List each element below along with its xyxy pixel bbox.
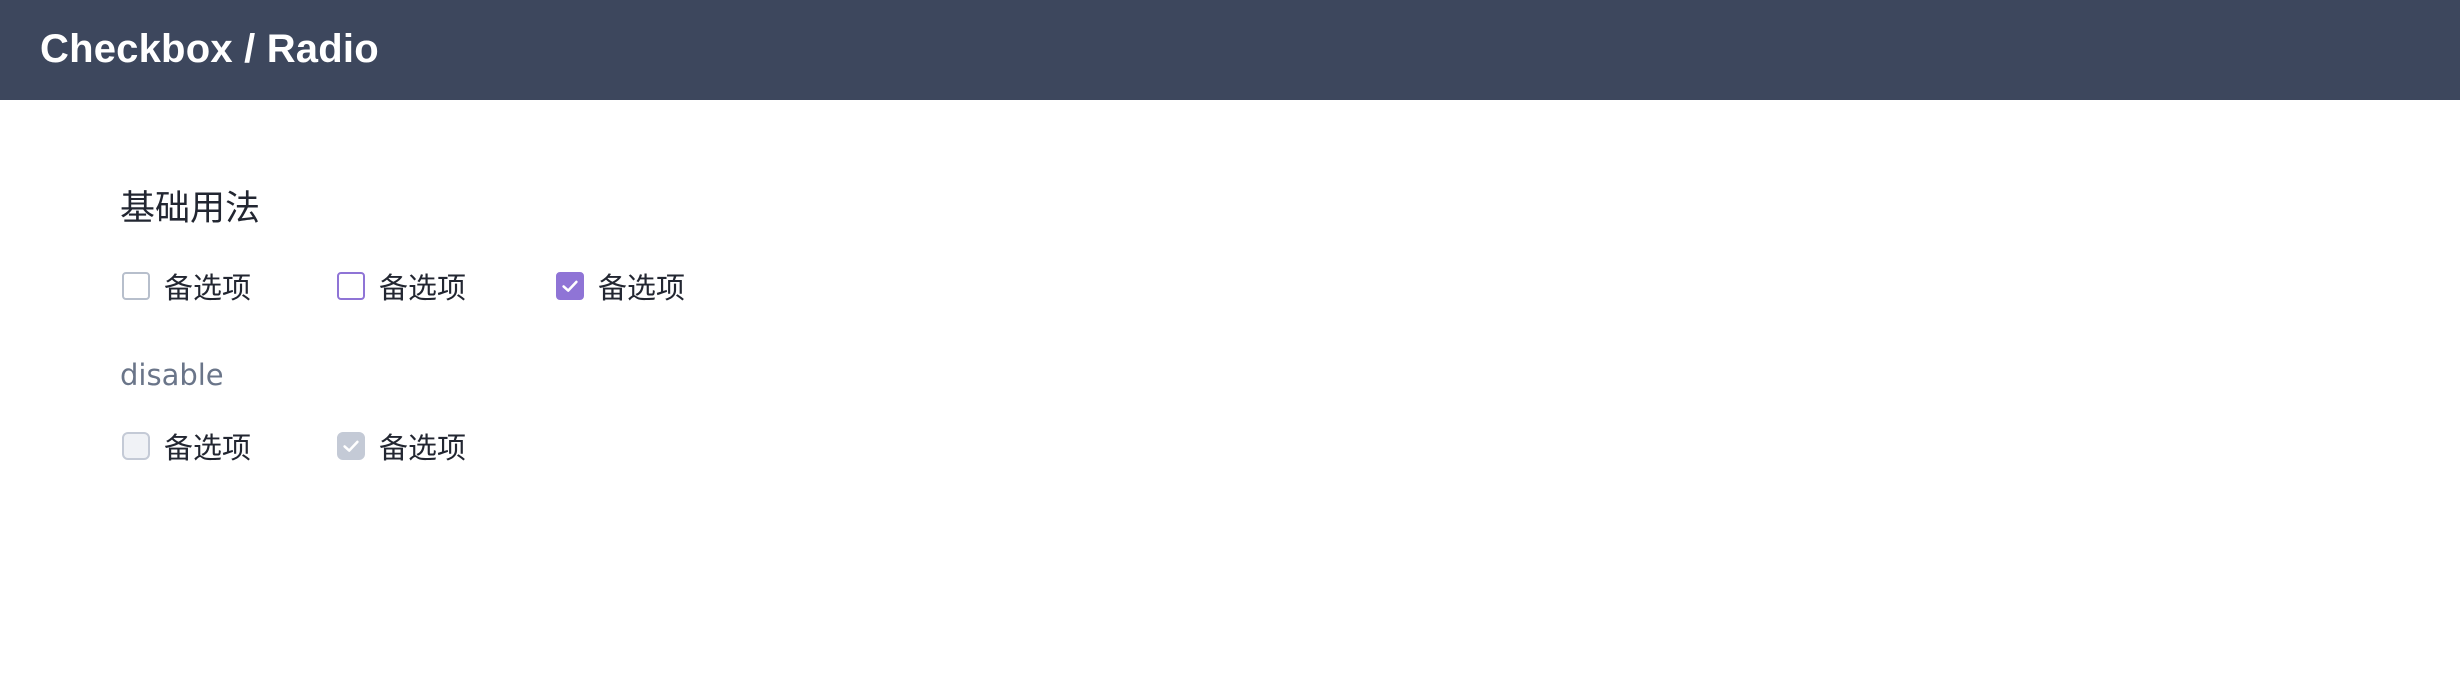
checkbox-disabled-unchecked xyxy=(122,432,150,460)
checkbox-label: 备选项 xyxy=(164,431,252,465)
checkbox-hover[interactable] xyxy=(337,272,366,300)
checkmark-icon xyxy=(343,440,359,452)
checkbox-option-hover[interactable]: 备选项 xyxy=(337,266,466,306)
checkbox-option-disabled-unchecked: 备选项 xyxy=(122,426,251,466)
checkbox-label: 备选项 xyxy=(379,271,467,305)
checkbox-label: 备选项 xyxy=(379,431,467,465)
main-content: 基础用法 备选项 备选项 备选项 disable 备选项 备选项 xyxy=(0,100,2460,688)
checkbox-option-checked[interactable]: 备选项 xyxy=(556,266,685,306)
header-bar: Checkbox / Radio xyxy=(0,0,2460,100)
section-title-disabled: disable xyxy=(120,358,224,392)
page-title: Checkbox / Radio xyxy=(40,26,379,71)
disabled-checkbox-group: 备选项 备选项 xyxy=(122,426,466,466)
checkbox-label: 备选项 xyxy=(598,271,686,305)
checkbox-option-unchecked[interactable]: 备选项 xyxy=(122,266,251,306)
checkmark-icon xyxy=(562,280,578,292)
checkbox-checked[interactable] xyxy=(556,272,585,300)
checkbox-unchecked[interactable] xyxy=(122,272,150,300)
basic-checkbox-group: 备选项 备选项 备选项 xyxy=(122,266,685,306)
checkbox-disabled-checked xyxy=(337,432,366,460)
section-title-basic: 基础用法 xyxy=(120,189,261,229)
checkbox-label: 备选项 xyxy=(164,271,252,305)
checkbox-option-disabled-checked: 备选项 xyxy=(337,426,466,466)
